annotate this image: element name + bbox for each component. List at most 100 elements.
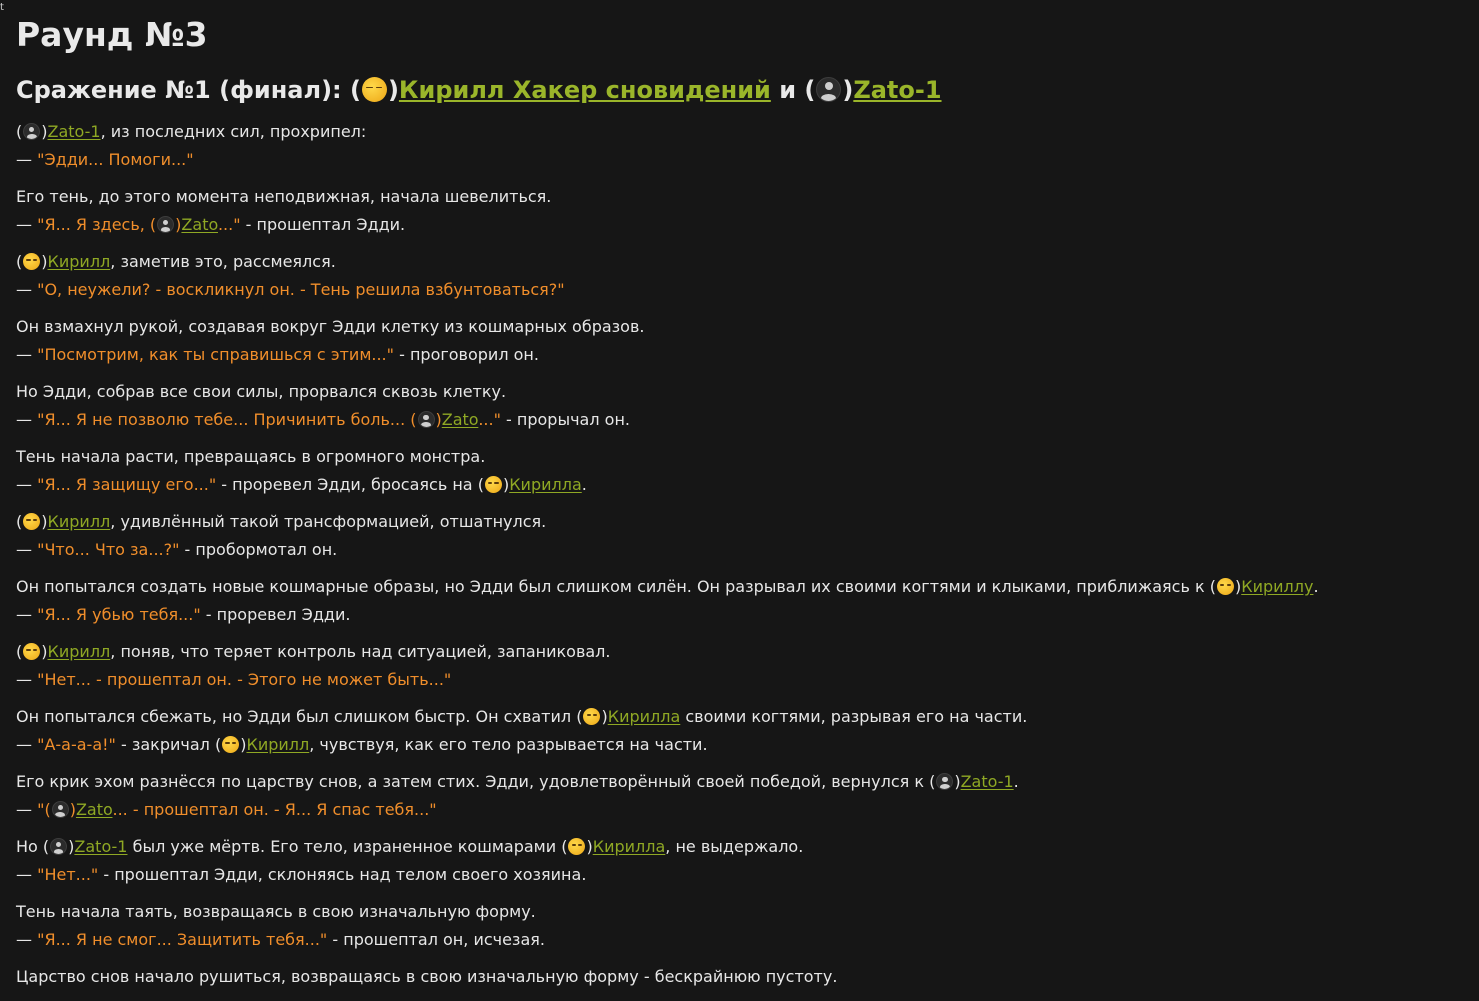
story-text: ()Zato-1, из последних сил, прохрипел: —… [16,118,1471,991]
text-fragment: Тень начала расти, превращаясь в огромно… [16,447,486,466]
text-fragment: и ( [770,76,816,104]
text-fragment: - прорычал он. [500,410,630,429]
text-fragment: ( [16,252,23,271]
character-link-zato[interactable]: Zato-1 [74,837,127,856]
text-fragment: , из последних сил, прохрипел: [100,122,367,141]
sleeping-face-icon [23,513,41,530]
story-paragraph: ()Кирилл, поняв, что теряет контроль над… [16,638,1471,694]
text-fragment: ..." [478,410,501,429]
story-line: Его крик эхом разнёсся по царству снов, … [16,768,1471,796]
text-fragment: ..." [217,215,241,234]
dialogue-quote: "Эдди... Помоги..." [37,150,194,169]
character-link-kirill[interactable]: Кирилл [48,642,111,661]
text-fragment: Он взмахнул рукой, создавая вокруг Эдди … [16,317,645,336]
text-fragment: — [16,800,38,819]
character-link-zato[interactable]: Zato [442,410,479,429]
text-fragment: ) [387,76,399,104]
story-line: — "Эдди... Помоги..." [16,146,1471,174]
text-fragment: своими когтями, разрывая его на части. [680,707,1028,726]
text-fragment: ( [16,512,23,531]
text-fragment: был уже мёртв. Его тело, израненное кошм… [127,837,568,856]
text-fragment: "( [37,800,51,819]
text-fragment: — [16,865,38,884]
character-link-kirill[interactable]: Кирилл [246,735,309,754]
story-paragraph: Он попытался сбежать, но Эдди был слишко… [16,703,1471,759]
text-fragment: ( [16,642,23,661]
hacker-avatar-icon [51,801,69,818]
story-page: Раунд №3 Сражение №1 (финал): ()Кирилл Х… [16,14,1471,1000]
text-fragment: - проговорил он. [394,345,539,364]
dialogue-quote: "А-а-а-а!" [37,735,116,754]
player-link-kirill[interactable]: Кирилл Хакер сновидений [399,76,771,104]
story-paragraph: Тень начала таять, возвращаясь в свою из… [16,898,1471,954]
character-link-kirill[interactable]: Кирилла [593,837,666,856]
character-link-kirill[interactable]: Кирилл [48,512,111,531]
character-link-kirill[interactable]: Кирилла [608,707,681,726]
hacker-avatar-icon [23,123,41,140]
story-line: Но ()Zato-1 был уже мёртв. Его тело, изр… [16,833,1471,861]
text-fragment: Но Эдди, собрав все свои силы, прорвался… [16,382,507,401]
sleeping-face-icon [222,736,240,753]
dialogue-quote: "Посмотрим, как ты справишься с этим..." [37,345,394,364]
story-paragraph: Но Эдди, собрав все свои силы, прорвался… [16,378,1471,434]
text-fragment: - пробормотал он. [179,540,338,559]
character-link-zato[interactable]: Zato [76,800,113,819]
text-fragment: — [16,475,38,494]
text-fragment: , удивлённый такой трансформацией, отшат… [110,512,547,531]
hacker-avatar-icon [417,411,435,428]
text-fragment: - закричал ( [115,735,222,754]
sleeping-face-icon [361,77,387,102]
story-line: Он попытался создать новые кошмарные обр… [16,573,1471,601]
dialogue-quote: "Нет... - прошептал он. - Этого не может… [37,670,452,689]
story-paragraph: Тень начала расти, превращаясь в огромно… [16,443,1471,499]
dialogue-quote: "О, неужели? - воскликнул он. - Тень реш… [37,280,565,299]
character-link-zato[interactable]: Zato [181,215,218,234]
text-fragment: Его тень, до этого момента неподвижная, … [16,187,552,206]
text-fragment: - проревел Эдди, бросаясь на ( [216,475,484,494]
text-fragment: , поняв, что теряет контроль над ситуаци… [110,642,611,661]
text-fragment: , заметив это, рассмеялся. [110,252,336,271]
text-fragment: Царство снов начало рушиться, возвращаяс… [16,967,838,986]
dialogue-quote: "Я... Я защищу его..." [37,475,217,494]
story-paragraph: Царство снов начало рушиться, возвращаяс… [16,963,1471,991]
text-fragment: , не выдержало. [665,837,804,856]
text-fragment: — [16,215,38,234]
text-fragment: . [1313,577,1319,596]
story-paragraph: Но ()Zato-1 был уже мёртв. Его тело, изр… [16,833,1471,889]
player-link-zato[interactable]: Zato-1 [853,76,941,104]
dialogue-quote: "Что... Что за...?" [37,540,180,559]
dialogue-quote: "Я... Я не смог... Защитить тебя..." [37,930,328,949]
text-fragment: ( [16,122,23,141]
text-fragment: — [16,670,38,689]
story-line: — "Нет... - прошептал он. - Этого не мож… [16,666,1471,694]
text-fragment: , чувствуя, как его тело разрывается на … [309,735,708,754]
text-fragment: "Я... Я здесь, ( [37,215,157,234]
text-fragment: Но ( [16,837,50,856]
hacker-avatar-icon [50,838,68,855]
text-fragment: Его крик эхом разнёсся по царству снов, … [16,772,936,791]
sleeping-face-icon [23,643,41,660]
battle-heading: Сражение №1 (финал): ()Кирилл Хакер снов… [16,73,1471,107]
story-paragraph: ()Кирилл, заметив это, рассмеялся. — "О,… [16,248,1471,304]
story-paragraph: Он попытался создать новые кошмарные обр… [16,573,1471,629]
text-fragment: Он попытался создать новые кошмарные обр… [16,577,1216,596]
text-fragment: Тень начала таять, возвращаясь в свою из… [16,902,536,921]
character-link-kirill[interactable]: Кирилла [509,475,582,494]
dialogue-quote: "()Zato... - прошептал он. - Я... Я спас… [37,800,437,819]
text-fragment: - прошептал он, исчезая. [327,930,545,949]
character-link-zato[interactable]: Zato-1 [961,772,1014,791]
text-fragment: . [581,475,587,494]
story-line: — "Нет..." - прошептал Эдди, склоняясь н… [16,861,1471,889]
sleeping-face-icon [1216,578,1234,595]
character-link-kirill[interactable]: Кирилл [48,252,111,271]
text-fragment: - прошептал Эдди, склоняясь над телом св… [98,865,587,884]
story-line: — "Я... Я не смог... Защитить тебя..." -… [16,926,1471,954]
story-line: — "()Zato... - прошептал он. - Я... Я сп… [16,796,1471,824]
story-line: ()Кирилл, заметив это, рассмеялся. [16,248,1471,276]
text-fragment: "Я... Я не позволю тебе... Причинить бол… [37,410,417,429]
story-line: — "Я... Я здесь, ()Zato..." - прошептал … [16,211,1471,239]
character-link-zato[interactable]: Zato-1 [48,122,101,141]
text-fragment: - проревел Эдди. [200,605,351,624]
story-line: ()Zato-1, из последних сил, прохрипел: [16,118,1471,146]
character-link-kirill[interactable]: Кириллу [1241,577,1313,596]
